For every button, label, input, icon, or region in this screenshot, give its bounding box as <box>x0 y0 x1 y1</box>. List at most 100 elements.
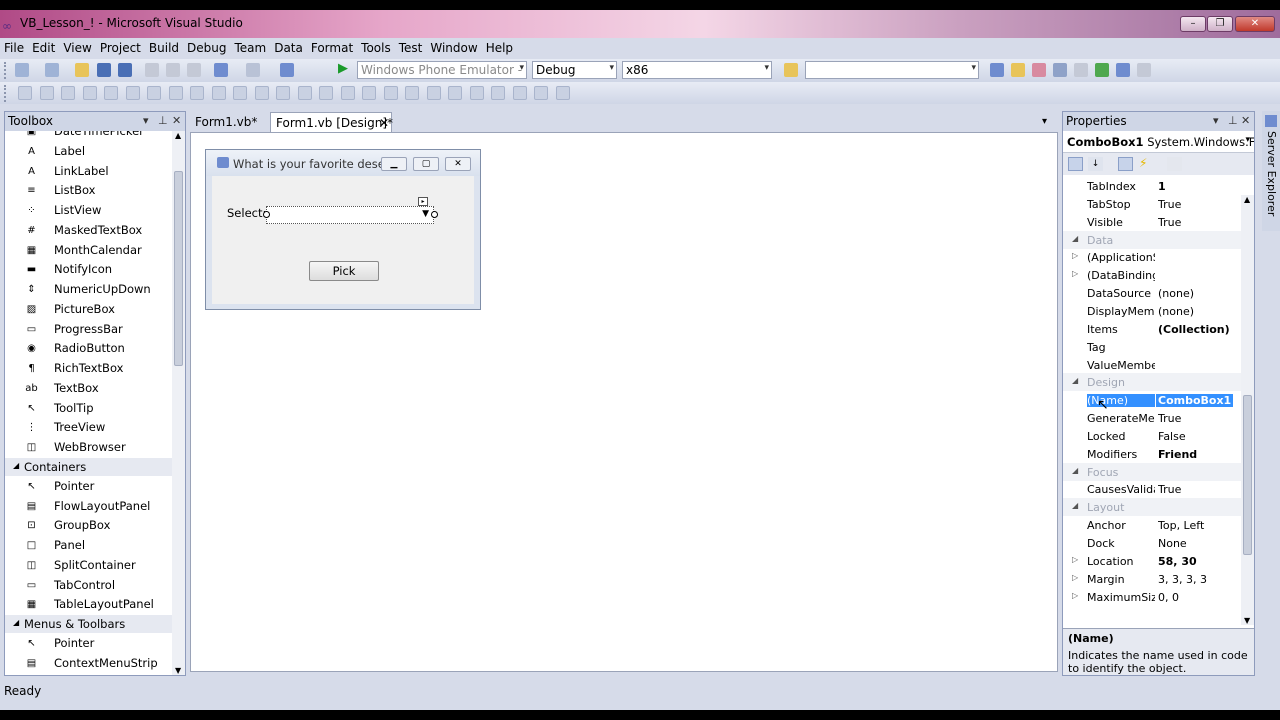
start-debugging-icon[interactable]: ▶ <box>338 61 352 76</box>
menu-edit[interactable]: Edit <box>28 38 59 55</box>
maximize-button[interactable]: ❐ <box>1207 16 1233 32</box>
expand-triangle-icon[interactable]: ▷ <box>1072 251 1078 260</box>
toolbox-item-panel[interactable]: □ Panel <box>5 536 173 555</box>
open-icon[interactable] <box>75 63 89 77</box>
property-value[interactable]: ComboBox1 <box>1156 394 1234 408</box>
toolbox-item-tablelayoutpanel[interactable]: ▦ TableLayoutPanel <box>5 595 173 614</box>
copy-icon[interactable] <box>166 63 180 77</box>
form-client-area[interactable]: Select: ▼ ▸ Pick <box>212 176 474 304</box>
property-value[interactable]: Top, Left <box>1158 519 1238 532</box>
design-surface[interactable]: What is your favorite desert ▁ ▢ ✕ Selec… <box>190 132 1058 672</box>
add-item-icon[interactable] <box>45 63 59 77</box>
layout-tool-icon[interactable] <box>82 86 97 100</box>
command-window-icon[interactable] <box>1137 63 1151 77</box>
layout-tool-icon[interactable] <box>190 86 204 100</box>
layout-tool-icon[interactable] <box>512 86 527 100</box>
scroll-thumb[interactable] <box>174 171 183 366</box>
toolbox-item-treeview[interactable]: ⋮ TreeView <box>5 418 173 437</box>
toolbox-item-listbox[interactable]: ≡ ListBox <box>5 181 173 200</box>
toolbox-item-richtextbox[interactable]: ¶ RichTextBox <box>5 359 173 378</box>
property-row-maximumsiz[interactable]: ▷ MaximumSiz 0, 0 <box>1063 588 1241 606</box>
navigate-icon[interactable] <box>280 63 294 77</box>
scroll-thumb[interactable] <box>1243 395 1252 555</box>
close-icon[interactable]: ✕ <box>1241 114 1250 127</box>
layout-tool-icon[interactable] <box>254 86 269 100</box>
platform-select[interactable]: x86 ▾ <box>622 61 772 79</box>
toolbox-item-radiobutton[interactable]: ◉ RadioButton <box>5 339 173 358</box>
property-row-displaymemb[interactable]: DisplayMemb (none) <box>1063 302 1241 320</box>
property-value[interactable]: 1 <box>1158 180 1238 193</box>
find-in-files-icon[interactable] <box>784 63 798 77</box>
properties-view-icon[interactable] <box>1118 157 1133 171</box>
property-value[interactable]: True <box>1158 483 1238 496</box>
property-value[interactable]: 0, 0 <box>1158 591 1238 604</box>
menu-format[interactable]: Format <box>307 38 357 55</box>
menu-view[interactable]: View <box>59 38 95 55</box>
toolbox-item-pointer[interactable]: ↖ Pointer <box>5 634 173 653</box>
property-value[interactable]: None <box>1158 537 1238 550</box>
expand-triangle-icon[interactable]: ▷ <box>1072 591 1078 600</box>
property-row-causesvalidat[interactable]: CausesValidatTrue <box>1063 480 1241 498</box>
toolbox-item-menustrip[interactable]: ▬MenuStrip <box>5 674 173 676</box>
configuration-select[interactable]: Debug ▾ <box>532 61 617 79</box>
property-row-databindings[interactable]: ▷ (DataBindings <box>1063 266 1241 284</box>
layout-tool-icon[interactable] <box>534 86 548 100</box>
undo-icon[interactable] <box>214 63 228 77</box>
property-row-margin[interactable]: ▷ Margin 3, 3, 3, 3 <box>1063 570 1241 588</box>
property-value[interactable]: 3, 3, 3, 3 <box>1158 573 1238 586</box>
property-pages-icon[interactable] <box>1167 157 1182 171</box>
form-window[interactable]: What is your favorite desert ▁ ▢ ✕ Selec… <box>205 149 481 310</box>
property-row-name[interactable]: (Name) ComboBox1 <box>1063 391 1241 409</box>
events-icon[interactable]: ⚡ <box>1139 156 1147 170</box>
toolbox-item-datetimepicker[interactable]: ▣ DateTimePicker <box>5 131 173 141</box>
menu-file[interactable]: File <box>0 38 28 55</box>
emulator-select[interactable]: Windows Phone Emulator - 51 ▾ <box>357 61 527 79</box>
layout-tool-icon[interactable] <box>211 86 226 100</box>
layout-tool-icon[interactable] <box>276 86 290 100</box>
property-row-modifiers[interactable]: Modifiers Friend <box>1063 445 1241 463</box>
property-row-valuemembe[interactable]: ValueMembe <box>1063 356 1241 374</box>
layout-tool-icon[interactable] <box>39 86 54 100</box>
layout-tool-icon[interactable] <box>147 86 161 100</box>
property-value[interactable]: True <box>1158 198 1238 211</box>
new-project-icon[interactable] <box>15 63 29 77</box>
property-row-applications[interactable]: ▷ (ApplicationS <box>1063 248 1241 266</box>
layout-tool-icon[interactable] <box>448 86 462 100</box>
layout-tool-icon[interactable] <box>104 86 118 100</box>
property-category-layout[interactable]: ◢ Layout <box>1063 498 1241 517</box>
property-category-design[interactable]: ◢ Design <box>1063 373 1241 392</box>
object-selector[interactable]: ComboBox1 System.Windows.For ▾ <box>1063 131 1254 153</box>
scroll-down-icon[interactable]: ▼ <box>175 666 181 675</box>
close-icon[interactable]: ✕ <box>172 114 181 127</box>
toolbox-category-menus-toolbars[interactable]: ◢ Menus & Toolbars <box>5 615 173 633</box>
expand-triangle-icon[interactable]: ▷ <box>1072 269 1078 278</box>
alphabetical-icon[interactable]: ↓ <box>1088 157 1103 171</box>
property-category-data[interactable]: ◢ Data <box>1063 230 1241 249</box>
layout-tool-icon[interactable] <box>426 86 441 100</box>
toolbox-item-tooltip[interactable]: ↖ ToolTip <box>5 399 173 418</box>
toolbox-item-webbrowser[interactable]: ◫ WebBrowser <box>5 438 173 457</box>
extension-manager-icon[interactable] <box>1095 63 1109 77</box>
property-value[interactable]: (none) <box>1158 305 1238 318</box>
layout-tool-icon[interactable] <box>125 86 140 100</box>
menu-test[interactable]: Test <box>395 38 427 55</box>
toolbox-item-maskedtextbox[interactable]: # MaskedTextBox <box>5 221 173 240</box>
scroll-up-icon[interactable]: ▲ <box>1244 195 1250 204</box>
layout-tool-icon[interactable] <box>362 86 376 100</box>
toolbox-item-textbox[interactable]: ab TextBox <box>5 379 173 398</box>
tab-form1-design[interactable]: Form1.vb [Design]* ✕ <box>270 112 393 132</box>
property-row-items[interactable]: Items (Collection) <box>1063 320 1241 338</box>
property-row-datasource[interactable]: DataSource (none) <box>1063 284 1241 302</box>
server-explorer-tab[interactable]: Server Explorer <box>1262 111 1280 231</box>
menu-help[interactable]: Help <box>482 38 517 55</box>
save-all-icon[interactable] <box>118 63 132 77</box>
object-browser-icon[interactable] <box>1032 63 1046 77</box>
property-row-locked[interactable]: Locked False <box>1063 427 1241 445</box>
menu-team[interactable]: Team <box>230 38 270 55</box>
toolbox-item-monthcalendar[interactable]: ▦ MonthCalendar <box>5 241 173 260</box>
paste-icon[interactable] <box>187 63 201 77</box>
categorized-icon[interactable] <box>1068 157 1083 171</box>
toolbar-grip[interactable] <box>4 85 8 102</box>
resize-handle-left[interactable] <box>263 211 270 218</box>
property-row-tag[interactable]: Tag <box>1063 338 1241 356</box>
